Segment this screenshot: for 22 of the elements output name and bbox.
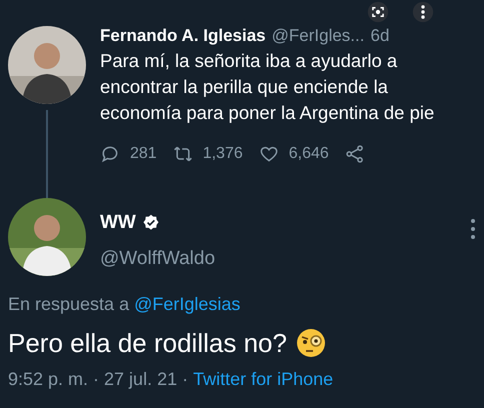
- heart-icon[interactable]: [258, 144, 279, 164]
- author-handle[interactable]: @FerIgles...: [272, 26, 364, 46]
- more-icon[interactable]: [412, 1, 434, 23]
- more-icon[interactable]: [470, 218, 476, 240]
- author-handle[interactable]: @WolffWaldo: [100, 248, 484, 270]
- timestamp: 9:52 p. m. · 27 jul. 21 ·: [8, 369, 188, 390]
- source-link[interactable]: Twitter for iPhone: [193, 369, 334, 390]
- tweet-time: 6d: [370, 26, 390, 46]
- mention-link[interactable]: @FerIglesias: [134, 294, 240, 314]
- reply-icon[interactable]: [100, 144, 120, 164]
- reply-count: 281: [130, 145, 157, 163]
- reply-text: Pero ella de rodillas no?: [8, 328, 287, 358]
- retweet-icon[interactable]: [172, 144, 193, 164]
- author-name[interactable]: Fernando A. Iglesias: [100, 26, 266, 46]
- author-name[interactable]: WW: [100, 212, 136, 234]
- retweet-count: 1,376: [202, 145, 243, 163]
- share-icon[interactable]: [344, 144, 365, 164]
- monocle-face-icon: [294, 327, 327, 359]
- in-reply-to: En respuesta a @FerIglesias: [8, 294, 242, 315]
- like-count: 6,646: [288, 145, 329, 163]
- lens-icon[interactable]: [367, 1, 389, 23]
- tweet-text: Para mí, la señorita iba a ayudarlo a encontrar la perilla que enciende la economía para poner la Argentina de pie: [100, 49, 436, 125]
